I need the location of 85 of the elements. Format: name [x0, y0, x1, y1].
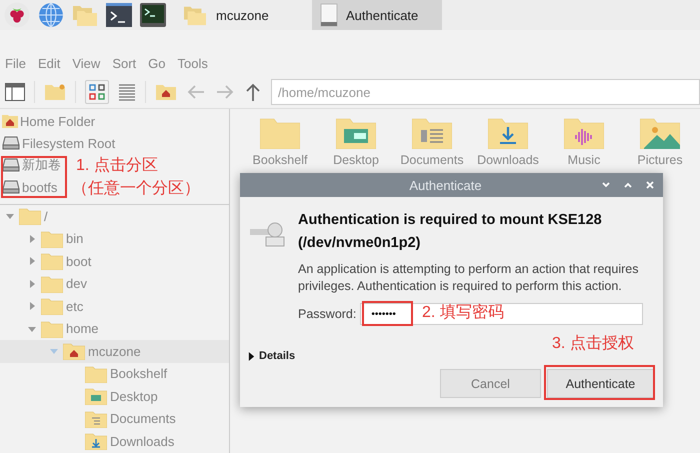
menu-item[interactable]: Edit [38, 56, 60, 70]
folder-icon[interactable] [564, 117, 604, 149]
tree-row[interactable]: boot [0, 250, 229, 272]
highlight-frame [1, 156, 67, 198]
dialog-button[interactable]: Authenticate [547, 369, 654, 398]
password-label: Password: [298, 307, 356, 321]
menu-item[interactable]: Go [148, 56, 166, 70]
folder-icon [41, 230, 63, 248]
drive-icon [2, 180, 20, 194]
expander-icon[interactable] [5, 211, 15, 222]
file-name[interactable]: Downloads [477, 153, 539, 167]
folder-icon[interactable] [412, 117, 452, 149]
place-item[interactable]: bootfs [22, 180, 58, 194]
expander-icon[interactable] [27, 256, 37, 266]
tree-row[interactable]: Bookshelf [0, 362, 229, 385]
expander-icon[interactable] [27, 301, 37, 312]
terminal-icon[interactable] [106, 3, 132, 27]
folder-icon [85, 364, 107, 383]
folder-icon [41, 320, 63, 338]
tree-row[interactable]: Downloads [0, 430, 229, 452]
home-icon [2, 114, 18, 128]
tree-row[interactable]: Desktop [0, 385, 229, 408]
file-name[interactable]: Pictures [637, 153, 683, 167]
list-view-icon[interactable] [118, 83, 136, 101]
expander-icon[interactable] [27, 278, 37, 289]
folder-icon [41, 297, 63, 316]
maximize-icon[interactable] [623, 180, 633, 190]
menu-item[interactable]: View [72, 56, 100, 70]
new-folder-icon[interactable] [44, 83, 66, 101]
annotation-text: 1. 点击分区 [76, 156, 158, 176]
dialog-message: An application is attempting to perform an action that requires privileges. Authentication is required to perform this action. [298, 261, 640, 295]
tree-row[interactable]: dev [0, 272, 229, 295]
folder-icon[interactable] [488, 117, 528, 149]
home-icon[interactable] [155, 83, 177, 101]
folder-icon [63, 342, 85, 360]
place-item[interactable]: Home Folder [20, 114, 96, 128]
tree-row[interactable]: etc [0, 295, 229, 318]
terminal-icon[interactable] [140, 3, 166, 27]
file-name[interactable]: Bookshelf [252, 153, 308, 167]
folder-icon [182, 4, 208, 26]
folder-icon[interactable] [336, 117, 376, 149]
drive-icon [2, 136, 20, 150]
annotation-text: （任意一个分区） [72, 178, 200, 199]
place-item[interactable]: 新加卷 [22, 156, 61, 174]
path-field[interactable]: /home/mcuzone [271, 79, 700, 105]
up-arrow-icon[interactable] [244, 82, 262, 102]
tree-row[interactable]: bin [0, 228, 229, 250]
tree-row[interactable]: / [0, 205, 229, 228]
triangle-icon [248, 352, 255, 360]
menu-item[interactable]: Tools [178, 56, 208, 70]
sidebar-toggle-icon[interactable] [5, 83, 25, 101]
globe-icon[interactable] [38, 2, 64, 28]
annotation-text: 3. 点击授权 [552, 334, 634, 354]
place-item[interactable]: Filesystem Root [22, 136, 116, 150]
folder-icon [85, 410, 107, 428]
dialog-title: Authenticate [408, 178, 483, 192]
folder-icon [41, 252, 63, 270]
folder-icon [41, 274, 63, 293]
taskbar-button[interactable]: mcuzone [174, 0, 304, 30]
icon-view-icon[interactable] [85, 80, 109, 104]
tree-row[interactable]: mcuzone [0, 340, 229, 362]
forward-arrow-icon[interactable] [215, 83, 235, 101]
minimize-icon[interactable] [601, 180, 611, 190]
back-arrow-icon[interactable] [186, 83, 206, 101]
file-name[interactable]: Music [568, 153, 600, 167]
file-name[interactable]: Desktop [333, 153, 379, 167]
menu-item[interactable]: File [5, 56, 26, 70]
folder-icon [19, 207, 41, 226]
highlight-frame [362, 301, 413, 326]
dialog-button[interactable]: Cancel [440, 369, 541, 398]
annotation-text: 2. 填写密码 [422, 302, 504, 323]
folder-icon[interactable] [640, 117, 680, 149]
file-name[interactable]: Documents [400, 153, 464, 167]
folder-icon [85, 432, 107, 450]
document-icon [320, 3, 338, 27]
expander-icon[interactable] [27, 234, 37, 244]
close-icon[interactable] [645, 180, 655, 190]
menu-item[interactable]: Sort [112, 56, 136, 70]
folder-icon [85, 387, 107, 406]
taskbar-button[interactable]: Authenticate [312, 0, 442, 30]
tree-row[interactable]: home [0, 318, 229, 340]
details-expander[interactable]: Details [248, 350, 296, 362]
tree-row[interactable]: Documents [0, 408, 229, 430]
drive-icon [2, 158, 20, 172]
dialog-heading: Authentication is required to mount KSE128 (/dev/nvme0n1p2) [298, 211, 603, 253]
